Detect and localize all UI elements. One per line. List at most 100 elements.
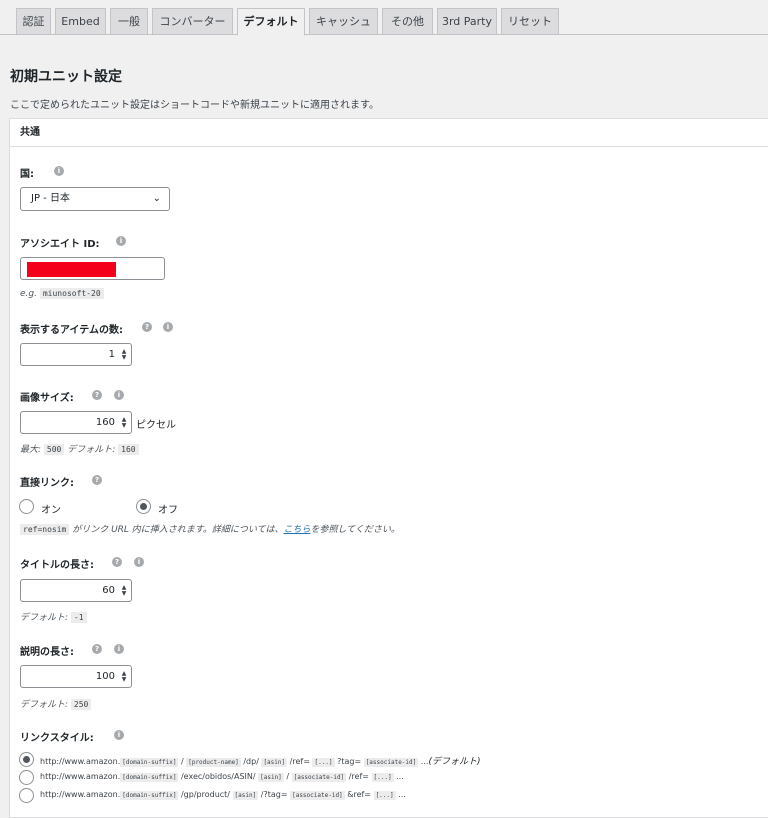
help-icon[interactable]: ?	[92, 644, 102, 654]
link-style-radio-3[interactable]	[19, 788, 34, 803]
url-part: /ref=	[287, 757, 313, 766]
url-token: [domain-suffix]	[120, 758, 179, 767]
image-size-hint: 最大: 500 デフォルト: 160	[20, 442, 139, 455]
url-part: /ref=	[346, 772, 372, 781]
help-icon[interactable]: ?	[92, 475, 102, 485]
direct-link-off-radio[interactable]	[136, 499, 151, 514]
tab-converter[interactable]: コンバーター	[152, 8, 233, 35]
spinner-icon[interactable]: ▲ ▼	[120, 417, 128, 429]
link-style-radio-1[interactable]	[19, 752, 34, 767]
url-part: /	[283, 772, 292, 781]
tab-default[interactable]: デフォルト	[237, 8, 305, 36]
example-code: miunosoft-20	[39, 288, 104, 299]
item-count-input[interactable]: 1 ▲ ▼	[20, 343, 132, 366]
associate-id-input[interactable]	[20, 257, 165, 280]
default-value: 250	[70, 699, 92, 710]
example-prefix: e.g.	[20, 289, 37, 299]
direct-link-note: ref=nosim がリンク URL 内に挿入されます。詳細については、こちらを…	[20, 522, 400, 535]
details-link[interactable]: こちら	[283, 525, 310, 535]
spinner-icon[interactable]: ▲ ▼	[120, 349, 128, 361]
settings-panel: 共通 国: i JP - 日本 ⌄ アソシエイト ID: i e.g. miun…	[9, 118, 768, 818]
country-select[interactable]: JP - 日本 ⌄	[20, 187, 170, 211]
link-style-option-2: http://www.amazon. [domain-suffix] /exec/…	[40, 772, 404, 782]
link-style-label: リンクスタイル:	[20, 733, 94, 744]
help-icon[interactable]: ?	[142, 322, 152, 332]
default-value: -1	[70, 612, 87, 623]
url-token: [asin]	[232, 791, 259, 800]
url-token: [...]	[371, 773, 394, 782]
associate-id-example: e.g. miunosoft-20	[20, 288, 104, 299]
direct-link-label: 直接リンク:	[20, 478, 74, 489]
spinner-icon[interactable]: ▲ ▼	[120, 585, 128, 597]
default-label: デフォルト:	[20, 700, 69, 710]
info-icon[interactable]: i	[114, 644, 124, 654]
info-icon[interactable]: i	[114, 390, 124, 400]
url-token: [asin]	[261, 758, 288, 767]
country-select-value: JP - 日本	[31, 193, 70, 204]
info-icon[interactable]: i	[54, 166, 64, 176]
note-suffix: を参照してください。	[310, 525, 400, 535]
description-length-label: 説明の長さ:	[20, 647, 74, 658]
default-label: デフォルト:	[67, 445, 116, 455]
help-icon[interactable]: ?	[112, 557, 122, 567]
tab-3rd-party[interactable]: 3rd Party	[437, 8, 497, 35]
image-size-unit: ピクセル	[136, 420, 176, 431]
tab-embed[interactable]: Embed	[55, 8, 106, 35]
title-length-hint: デフォルト: -1	[20, 610, 87, 623]
settings-tabs: 認証 Embed 一般 コンバーター デフォルト キャッシュ その他 3rd P…	[0, 0, 768, 36]
info-icon[interactable]: i	[163, 322, 173, 332]
url-part: http://www.amazon.	[40, 757, 121, 766]
url-token: [domain-suffix]	[120, 791, 179, 800]
default-value: 160	[118, 444, 139, 455]
description-length-hint: デフォルト: 250	[20, 697, 92, 710]
url-part: http://www.amazon.	[40, 790, 121, 799]
tab-auth[interactable]: 認証	[16, 8, 51, 35]
info-icon[interactable]: i	[134, 557, 144, 567]
description-length-input[interactable]: 100 ▲ ▼	[20, 665, 132, 688]
help-icon[interactable]: ?	[92, 390, 102, 400]
max-value: 500	[43, 444, 65, 455]
title-length-input[interactable]: 60 ▲ ▼	[20, 579, 132, 602]
tab-misc[interactable]: その他	[382, 8, 433, 35]
title-length-value: 60	[102, 585, 115, 596]
item-count-label: 表示するアイテムの数:	[20, 325, 123, 336]
tab-reset[interactable]: リセット	[501, 8, 559, 35]
url-part: /gp/product/	[178, 790, 233, 799]
tab-cache[interactable]: キャッシュ	[309, 8, 378, 35]
url-token: [...]	[373, 791, 396, 800]
default-marker: (デフォルト)	[428, 757, 481, 767]
panel-heading: 共通	[10, 119, 768, 147]
note-text: がリンク URL 内に挿入されます。詳細については、	[69, 525, 284, 535]
link-style-radio-2[interactable]	[19, 770, 34, 785]
url-part: /dp/	[240, 757, 262, 766]
direct-link-on-radio[interactable]	[19, 499, 34, 514]
url-part: ...	[418, 757, 429, 766]
title-length-label: タイトルの長さ:	[20, 560, 94, 571]
image-size-input[interactable]: 160 ▲ ▼	[20, 411, 132, 434]
default-label: デフォルト:	[20, 613, 69, 623]
image-size-label: 画像サイズ:	[20, 393, 74, 404]
note-code: ref=nosim	[20, 524, 70, 535]
url-part: ...	[395, 790, 406, 799]
direct-link-off-label: オフ	[158, 505, 178, 516]
max-label: 最大:	[20, 445, 42, 455]
tab-general[interactable]: 一般	[110, 8, 148, 35]
info-icon[interactable]: i	[116, 236, 126, 246]
url-token: [product-name]	[186, 758, 241, 767]
redacted-value	[27, 262, 116, 277]
info-icon[interactable]: i	[114, 730, 124, 740]
url-part: &ref=	[344, 790, 374, 799]
description-length-value: 100	[95, 671, 115, 682]
url-token: [domain-suffix]	[120, 773, 179, 782]
spinner-icon[interactable]: ▲ ▼	[120, 671, 128, 683]
url-token: [associate-id]	[363, 758, 419, 767]
url-token: [associate-id]	[290, 791, 345, 800]
section-description: ここで定められたユニット設定はショートコードや新規ユニットに適用されます。	[10, 100, 379, 111]
url-part: /?tag=	[258, 790, 291, 799]
country-label: 国:	[20, 169, 34, 180]
associate-id-label: アソシエイト ID:	[20, 239, 100, 250]
direct-link-on-label: オン	[41, 505, 61, 516]
url-token: [associate-id]	[291, 773, 347, 782]
item-count-value: 1	[108, 349, 115, 360]
url-part: ?tag=	[334, 757, 364, 766]
